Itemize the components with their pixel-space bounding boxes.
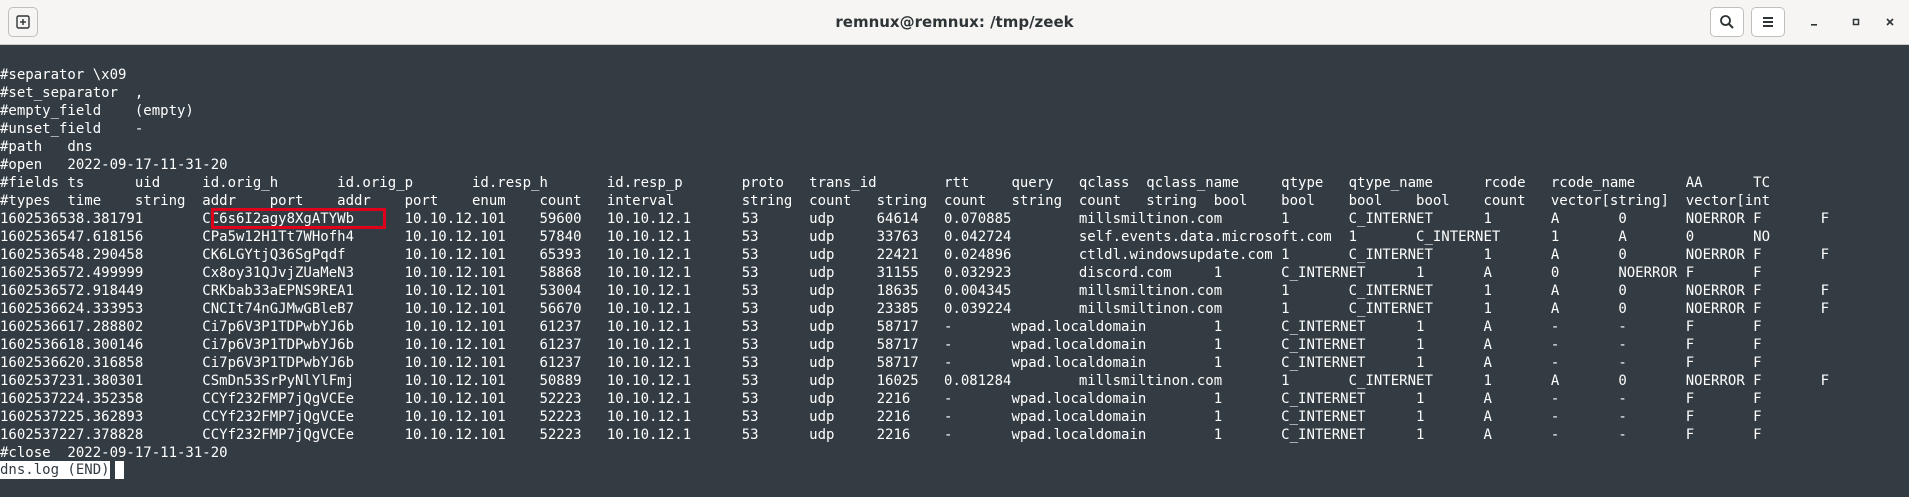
hamburger-menu-icon [1763,17,1773,27]
minimize-button[interactable] [1800,10,1828,34]
uid-highlight-box [211,208,386,229]
log-header-fields: #fields ts uid id.orig_h id.orig_p id.re… [0,175,1771,191]
log-row: 1602537224.352358 CCYf232FMP7jQgVCEe 10.… [0,391,1762,407]
close-icon [1886,18,1894,26]
log-header-separator: #separator \x09 [0,67,127,83]
log-row: 1602536572.918449 CRKbab33aEPNS9REA1 10.… [0,283,1830,299]
log-footer-close: #close 2022-09-17-11-31-20 [0,445,228,461]
terminal-output[interactable]: #separator \x09 #set_separator , #empty_… [0,46,1909,497]
search-icon [1720,15,1734,29]
log-header-set-separator: #set_separator , [0,85,144,101]
window-title: remnux@remnux: /tmp/zeek [835,13,1074,31]
log-header-open: #open 2022-09-17-11-31-20 [0,157,228,173]
log-row: 1602536620.316858 Ci7p6V3P1TDPwbYJ6b 10.… [0,355,1762,371]
log-row: 1602537231.380301 CSmDn53SrPyNlYlFmj 10.… [0,373,1830,389]
minimize-icon [1811,24,1817,26]
log-row: 1602536548.290458 CK6LGYtjQ36SgPqdf 10.1… [0,247,1830,263]
maximize-button[interactable] [1842,10,1870,34]
log-header-unset-field: #unset_field - [0,121,144,137]
log-row: 1602536618.300146 Ci7p6V3P1TDPwbYJ6b 10.… [0,337,1762,353]
close-button[interactable] [1876,10,1904,34]
log-row: 1602536624.333953 CNCIt74nGJMwGBleB7 10.… [0,301,1830,317]
log-row: 1602536572.499999 Cx8oy31QJvjZUaMeN3 10.… [0,265,1762,281]
terminal-window: remnux@remnux: /tmp/zeek #separator \x09… [0,0,1909,497]
log-row: 1602536617.288802 Ci7p6V3P1TDPwbYJ6b 10.… [0,319,1762,335]
pager-status-line: dns.log (END) [0,461,110,479]
terminal-cursor [115,461,124,479]
maximize-icon [1852,18,1860,26]
log-header-path: #path dns [0,139,93,155]
log-header-empty-field: #empty_field (empty) [0,103,194,119]
menu-button[interactable] [1751,7,1785,37]
log-row: 1602537227.378828 CCYf232FMP7jQgVCEe 10.… [0,427,1762,443]
search-button[interactable] [1710,7,1744,37]
log-row: 1602537225.362893 CCYf232FMP7jQgVCEe 10.… [0,409,1762,425]
title-bar: remnux@remnux: /tmp/zeek [0,0,1909,45]
log-row: 1602536547.618156 CPa5w12H1Tt7WHofh4 10.… [0,229,1771,245]
